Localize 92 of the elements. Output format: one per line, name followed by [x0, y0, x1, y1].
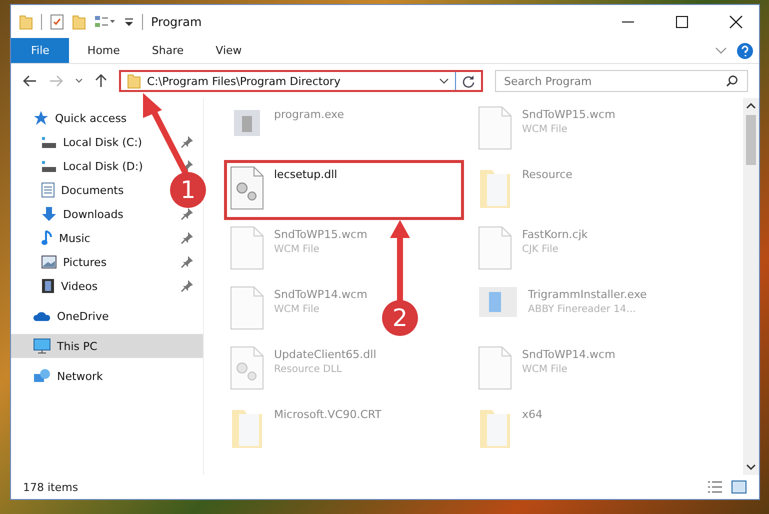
picture-icon: [41, 255, 57, 269]
ribbon-tab[interactable]: File: [11, 38, 70, 63]
document-icon: [41, 182, 55, 198]
scrollbar[interactable]: [743, 98, 759, 475]
ribbon-tab[interactable]: Home: [73, 38, 134, 63]
file-name: SndToWP15.wcm: [274, 228, 368, 241]
blank-file-icon: [230, 286, 264, 330]
file-type: ABBY Finereader 14...: [528, 304, 637, 315]
file-item[interactable]: SndToWP14.wcm WCM File: [474, 342, 620, 394]
help-icon[interactable]: [737, 42, 753, 58]
window-title: Program: [151, 14, 202, 28]
download-arrow-icon: [41, 206, 57, 222]
gear-file-icon: [230, 166, 264, 210]
blank-file-icon: [478, 346, 512, 390]
film-icon: [41, 278, 55, 294]
file-item[interactable]: lecsetup.dll: [226, 162, 462, 218]
details-view-icon[interactable]: [707, 480, 723, 494]
sidebar-item[interactable]: Pictures: [11, 250, 203, 274]
pin-icon[interactable]: [181, 256, 193, 268]
back-arrow-icon[interactable]: [23, 75, 37, 87]
expand-ribbon-icon[interactable]: [715, 46, 727, 54]
sidebar-item[interactable]: Network: [11, 364, 109, 388]
search-icon: [726, 75, 738, 87]
network-icon: [33, 368, 51, 384]
file-item[interactable]: program.exe: [226, 102, 348, 144]
file-name: SndToWP14.wcm: [522, 348, 616, 361]
file-item[interactable]: UpdateClient65.dll Resource DLL: [226, 342, 380, 394]
file-name: SndToWP14.wcm: [274, 288, 368, 301]
search-field[interactable]: Search Program: [495, 70, 748, 92]
view-options-icon[interactable]: [94, 14, 116, 28]
file-item[interactable]: SndToWP14.wcm WCM File: [226, 282, 372, 334]
file-item[interactable]: FastKorn.cjk CJK File: [474, 222, 592, 274]
file-item[interactable]: TrigrammInstaller.exe ABBY Finereader 14...: [474, 282, 651, 322]
sidebar-item[interactable]: OneDrive: [11, 304, 115, 328]
file-item[interactable]: Microsoft.VC90.CRT: [226, 402, 386, 454]
blank-file-icon: [230, 226, 264, 270]
file-name: SndToWP15.wcm: [522, 108, 616, 121]
scroll-down-icon[interactable]: [746, 464, 756, 471]
file-name: FastKorn.cjk: [522, 228, 588, 241]
sidebar-item[interactable]: Documents: [11, 178, 130, 202]
sidebar-item[interactable]: This PC: [11, 334, 203, 358]
up-arrow-icon[interactable]: [95, 74, 107, 88]
sidebar-item[interactable]: Videos: [11, 274, 203, 298]
file-name: UpdateClient65.dll: [274, 348, 376, 361]
folder-icon: [127, 73, 141, 89]
file-name: Microsoft.VC90.CRT: [274, 408, 382, 421]
refresh-icon[interactable]: [462, 74, 475, 88]
file-item[interactable]: SndToWP15.wcm WCM File: [226, 222, 372, 274]
dropdown-caret-icon[interactable]: [439, 78, 449, 84]
file-name: program.exe: [274, 108, 344, 121]
file-item[interactable]: SndToWP15.wcm WCM File: [474, 102, 620, 154]
gear-file-icon: [230, 346, 264, 390]
file-name: Resource: [522, 168, 572, 181]
drive-icon: [41, 135, 57, 149]
properties-icon[interactable]: [50, 14, 64, 30]
file-name: TrigrammInstaller.exe: [528, 288, 647, 301]
star-icon: [33, 110, 49, 126]
sidebar-item[interactable]: Music: [11, 226, 203, 250]
file-type: WCM File: [274, 244, 320, 255]
tiles-view-icon[interactable]: [731, 480, 747, 494]
file-type: WCM File: [522, 364, 568, 375]
file-name: x64: [522, 408, 543, 421]
file-type: WCM File: [522, 124, 568, 135]
file-type: WCM File: [274, 304, 320, 315]
file-item[interactable]: Resource: [474, 162, 576, 214]
monitor-icon: [33, 338, 51, 354]
pin-icon[interactable]: [181, 280, 193, 292]
file-type: Resource DLL: [274, 364, 343, 375]
address-bar[interactable]: C:\Program Files\Program Directory: [119, 70, 483, 92]
scroll-up-icon[interactable]: [746, 102, 756, 109]
music-note-icon: [41, 230, 53, 246]
sidebar-item[interactable]: Quick access: [11, 106, 133, 130]
pin-icon[interactable]: [181, 232, 193, 244]
sidebar-item[interactable]: Local Disk (C:): [11, 130, 203, 154]
blank-file-icon: [478, 226, 512, 270]
item-count: 178 items: [23, 480, 78, 494]
file-type: CJK File: [522, 244, 560, 255]
installer-icon: [478, 286, 518, 318]
pin-icon[interactable]: [181, 136, 193, 148]
file-item[interactable]: x64: [474, 402, 547, 454]
close-icon[interactable]: [729, 14, 743, 28]
drive-icon: [41, 159, 57, 173]
pin-icon[interactable]: [181, 208, 193, 220]
cloud-icon: [33, 310, 51, 322]
file-name: lecsetup.dll: [274, 168, 338, 181]
blank-file-icon: [478, 106, 512, 150]
maximize-icon[interactable]: [675, 14, 689, 28]
scroll-thumb[interactable]: [746, 115, 756, 165]
ribbon-tab[interactable]: Share: [138, 38, 198, 63]
recent-caret-icon[interactable]: [75, 78, 83, 84]
ribbon-tab[interactable]: View: [202, 38, 256, 63]
customize-caret-icon[interactable]: [124, 16, 134, 28]
